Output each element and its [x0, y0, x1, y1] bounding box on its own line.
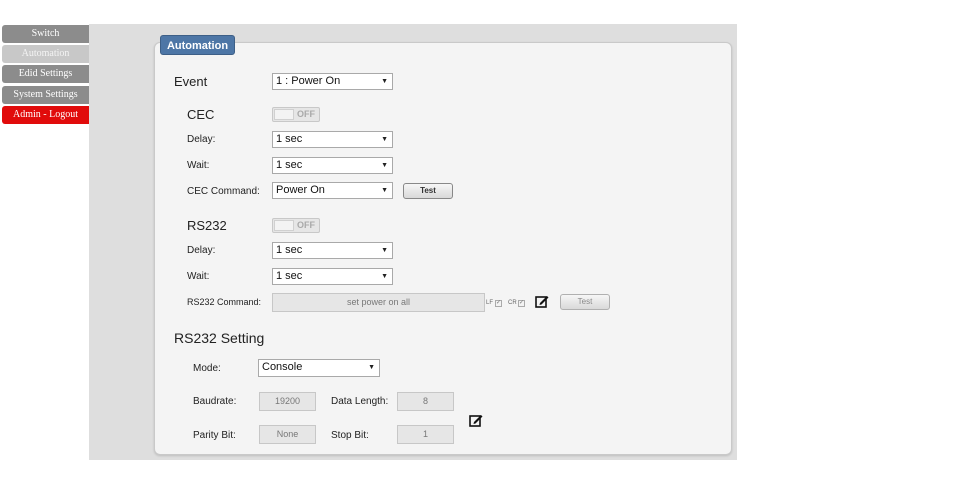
- checkmark-icon: ✓: [496, 300, 502, 306]
- rs232-delay-select[interactable]: 1 sec ▼: [272, 242, 393, 259]
- lf-label: LF: [486, 300, 494, 306]
- rs232-delay-value: 1 sec: [276, 244, 303, 256]
- cec-wait-select[interactable]: 1 sec ▼: [272, 157, 393, 174]
- sidebar-item-switch[interactable]: Switch: [2, 25, 89, 43]
- toggle-knob: [274, 109, 294, 120]
- cec-toggle-state: OFF: [297, 109, 315, 119]
- panel-title-tab: Automation: [160, 35, 235, 55]
- chevron-down-icon: ▼: [381, 136, 388, 143]
- chevron-down-icon: ▼: [381, 162, 388, 169]
- stop-bit-field[interactable]: 1: [397, 425, 454, 444]
- rs232-wait-value: 1 sec: [276, 270, 303, 282]
- chevron-down-icon: ▼: [368, 364, 375, 371]
- baudrate-label: Baudrate:: [193, 396, 237, 407]
- chevron-down-icon: ▼: [381, 78, 388, 85]
- edit-icon[interactable]: [535, 294, 549, 308]
- chevron-down-icon: ▼: [381, 247, 388, 254]
- rs232-setting-title: RS232 Setting: [174, 330, 265, 346]
- cec-command-value: Power On: [276, 184, 325, 196]
- cec-command-select[interactable]: Power On ▼: [272, 182, 393, 199]
- edit-icon[interactable]: [469, 413, 483, 427]
- cec-test-button[interactable]: Test: [403, 183, 453, 199]
- rs232-test-button[interactable]: Test: [560, 294, 610, 310]
- cec-delay-select[interactable]: 1 sec ▼: [272, 131, 393, 148]
- lf-checkbox[interactable]: ✓: [495, 300, 502, 307]
- rs232-wait-label: Wait:: [187, 271, 210, 282]
- cec-delay-value: 1 sec: [276, 133, 303, 145]
- rs232-command-field[interactable]: set power on all: [272, 293, 485, 312]
- mode-select[interactable]: Console ▼: [258, 359, 380, 377]
- sidebar-item-automation[interactable]: Automation: [2, 45, 89, 63]
- data-length-field[interactable]: 8: [397, 392, 454, 411]
- mode-label: Mode:: [193, 363, 221, 374]
- cr-label: CR: [508, 300, 517, 306]
- mode-value: Console: [262, 361, 303, 373]
- checkmark-icon: ✓: [519, 300, 525, 306]
- cec-command-label: CEC Command:: [187, 186, 260, 197]
- rs232-toggle[interactable]: OFF: [272, 218, 320, 233]
- stop-bit-label: Stop Bit:: [331, 430, 369, 441]
- cec-label: CEC: [187, 107, 215, 122]
- event-select[interactable]: 1 : Power On ▼: [272, 73, 393, 90]
- app-root: Switch Automation Edid Settings System S…: [0, 0, 960, 482]
- rs232-delay-label: Delay:: [187, 245, 216, 256]
- cec-wait-value: 1 sec: [276, 159, 303, 171]
- sidebar-item-edid-settings[interactable]: Edid Settings: [2, 65, 89, 83]
- rs232-toggle-state: OFF: [297, 220, 315, 230]
- cec-toggle[interactable]: OFF: [272, 107, 320, 122]
- parity-bit-field[interactable]: None: [259, 425, 316, 444]
- chevron-down-icon: ▼: [381, 273, 388, 280]
- sidebar-item-admin-logout[interactable]: Admin - Logout: [2, 106, 89, 124]
- sidebar-item-system-settings[interactable]: System Settings: [2, 86, 89, 104]
- baudrate-field[interactable]: 19200: [259, 392, 316, 411]
- chevron-down-icon: ▼: [381, 187, 388, 194]
- parity-bit-label: Parity Bit:: [193, 430, 236, 441]
- rs232-command-label: RS232 Command:: [187, 297, 262, 307]
- rs232-wait-select[interactable]: 1 sec ▼: [272, 268, 393, 285]
- data-length-label: Data Length:: [331, 396, 389, 407]
- event-label: Event: [174, 74, 208, 89]
- rs232-label: RS232: [187, 218, 227, 233]
- toggle-knob: [274, 220, 294, 231]
- cec-delay-label: Delay:: [187, 134, 216, 145]
- event-select-value: 1 : Power On: [276, 75, 341, 87]
- cr-checkbox[interactable]: ✓: [518, 300, 525, 307]
- cec-wait-label: Wait:: [187, 160, 210, 171]
